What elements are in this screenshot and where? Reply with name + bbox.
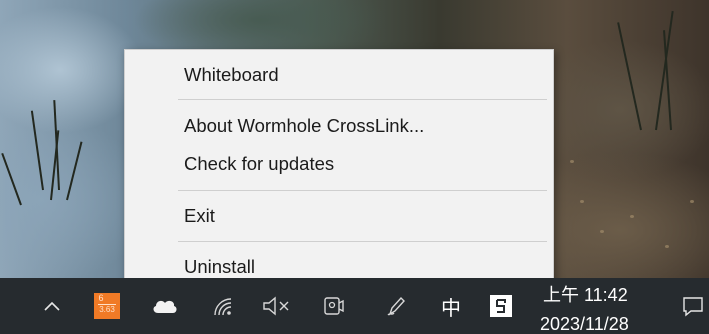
input-method-label: 中 <box>441 295 461 320</box>
menu-item-about[interactable]: About Wormhole CrossLink... <box>125 109 553 143</box>
leaf-decoration <box>580 200 584 203</box>
menu-item-label: Exit <box>184 205 215 226</box>
app-tray-icon[interactable] <box>484 278 518 334</box>
menu-separator <box>178 99 547 100</box>
speaker-muted-icon[interactable] <box>258 278 294 334</box>
menu-separator <box>178 190 547 191</box>
wifi-icon[interactable] <box>206 278 240 334</box>
tray-context-menu: Whiteboard About Wormhole CrossLink... C… <box>124 49 554 291</box>
calendar-badge-top: 6 <box>98 293 104 303</box>
leaf-decoration <box>665 245 669 248</box>
reed-decoration <box>655 11 674 131</box>
menu-item-check-updates[interactable]: Check for updates <box>125 147 553 181</box>
menu-item-label: About Wormhole CrossLink... <box>184 115 425 136</box>
reed-decoration <box>617 22 642 131</box>
onedrive-cloud-icon[interactable] <box>148 278 182 334</box>
menu-item-exit[interactable]: Exit <box>125 199 553 233</box>
leaf-decoration <box>600 230 604 233</box>
reed-decoration <box>30 110 44 191</box>
input-method-icon[interactable]: 中 <box>434 278 468 334</box>
reed-decoration <box>1 152 22 206</box>
menu-separator <box>178 241 547 242</box>
notifications-icon[interactable] <box>676 278 709 334</box>
show-hidden-icons-chevron-icon[interactable] <box>36 278 68 334</box>
menu-item-whiteboard[interactable]: Whiteboard <box>125 58 553 92</box>
clock-date: 2023/11/28 <box>540 314 629 334</box>
menu-item-label: Check for updates <box>184 153 335 174</box>
calendar-app-icon[interactable]: 6 3.63 <box>92 278 122 334</box>
calendar-badge-bottom: 3.63 <box>99 305 115 314</box>
leaf-decoration <box>690 200 694 203</box>
leaf-decoration <box>570 160 574 163</box>
clock-time: 上午 11:42 <box>543 285 628 305</box>
leaf-decoration <box>630 215 634 218</box>
reed-decoration <box>66 141 83 201</box>
menu-item-label: Uninstall <box>184 256 255 277</box>
menu-item-label: Whiteboard <box>184 64 279 85</box>
meet-now-icon[interactable] <box>318 278 350 334</box>
pen-icon[interactable] <box>380 278 412 334</box>
